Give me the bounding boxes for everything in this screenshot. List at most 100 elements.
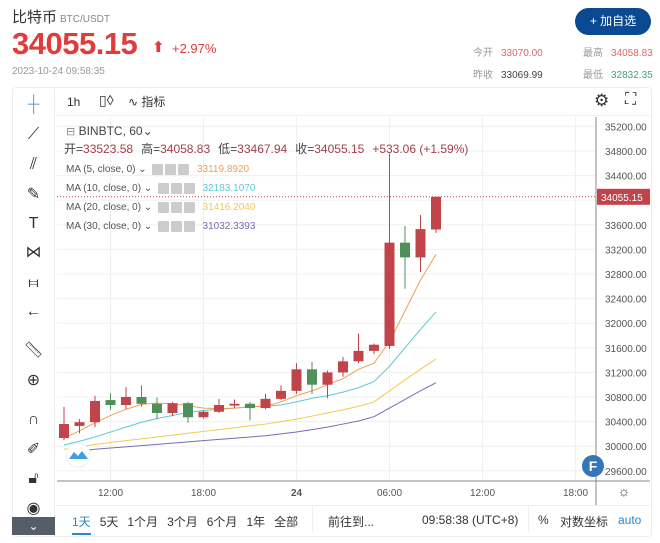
y-tick-label: 32000.00 [605, 319, 647, 330]
eye-toggle-icon[interactable] [157, 201, 169, 213]
settings-icon[interactable] [170, 220, 182, 232]
symbol-label[interactable]: BINBTC, 60 [79, 124, 143, 138]
candle-body [121, 397, 131, 405]
ma-list: MA (5, close, 0) ⌄ 33119.8920 MA (10, clo… [66, 160, 468, 236]
y-tick-label: 30800.00 [605, 393, 647, 404]
eye-toggle-icon[interactable] [157, 220, 169, 232]
ohlc-value: 33467.94 [237, 142, 288, 156]
candlestick-chart[interactable]: 35200.00 34800.00 34400.00 33600.00 33200.00… [0, 0, 660, 505]
y-tick-label: 31600.00 [605, 344, 647, 355]
f-badge-letter: F [589, 458, 598, 474]
close-icon[interactable] [183, 201, 195, 213]
ma-label: MA (10, close, 0) [66, 183, 142, 194]
y-tick-label: 35200.00 [605, 122, 647, 133]
y-tick-label: 34400.00 [605, 172, 647, 183]
bottom-bar: 1天 5天 1个月 3个月 6个月 1年 全部 前往到... 09:58:38 (UTC+8… [56, 505, 650, 535]
x-tick-label: 18:00 [563, 488, 588, 499]
ma-legend-item[interactable]: MA (10, close, 0) ⌄ 32183.1070 [66, 179, 468, 198]
close-icon[interactable] [183, 182, 195, 194]
candle-body [214, 404, 224, 412]
settings-icon[interactable] [170, 182, 182, 194]
range-tab[interactable]: 全部 [274, 513, 298, 530]
x-tick-label: 12:00 [470, 488, 495, 499]
candle-body [369, 344, 379, 351]
ma-value: 31416.2040 [202, 202, 256, 213]
candle-body [90, 400, 100, 423]
range-tab[interactable]: 6个月 [207, 513, 238, 530]
candle-body [245, 403, 255, 409]
candle-body [322, 372, 333, 385]
close-icon[interactable] [183, 220, 195, 232]
ma-legend-item[interactable]: MA (20, close, 0) ⌄ 31416.2040 [66, 198, 468, 217]
brand-logo-icon [65, 442, 91, 468]
candle-body [400, 242, 410, 258]
chevron-down-icon[interactable]: ⌄ [144, 183, 152, 194]
chevron-down-icon[interactable]: ⌄ [138, 164, 146, 175]
candle-body [74, 422, 85, 426]
auto-scale-toggle[interactable]: auto [618, 513, 641, 527]
x-tick-label: 24 [291, 488, 303, 499]
candle-body [59, 423, 69, 439]
candle-body [167, 403, 178, 413]
ohlc-row: 开=33523.58 高=34058.83 低=33467.94 收=34055.15… [64, 140, 468, 160]
range-tab[interactable]: 1个月 [127, 513, 158, 530]
ohlc-label: 高= [141, 142, 161, 156]
candle-body [105, 400, 116, 405]
y-tick-label: 30000.00 [605, 442, 647, 453]
range-tab[interactable]: 5天 [100, 513, 119, 530]
divider [528, 506, 529, 532]
ma-label: MA (30, close, 0) [66, 221, 142, 232]
settings-icon[interactable] [165, 163, 177, 175]
settings-sun-icon[interactable]: ☼ [618, 483, 631, 499]
range-tabs: 1天 5天 1个月 3个月 6个月 1年 全部 [72, 506, 307, 536]
last-price-label: 34055.15 [601, 193, 643, 204]
goto-button[interactable]: 前往到... [328, 513, 374, 530]
divider [312, 506, 313, 532]
chevron-down-icon[interactable]: ⌄ [143, 124, 153, 138]
eye-toggle-icon[interactable] [157, 182, 169, 194]
y-tick-label: 31200.00 [605, 368, 647, 379]
ohlc-item: 收=34055.15 [295, 142, 364, 156]
ma-label: MA (5, close, 0) [66, 164, 136, 175]
eye-toggle-icon[interactable] [152, 163, 164, 175]
collapse-icon[interactable]: ⊟ [66, 126, 75, 138]
y-tick-label: 32400.00 [605, 295, 647, 306]
y-tick-label: 34800.00 [605, 147, 647, 158]
candle-body [183, 403, 193, 418]
ohlc-item: 开=33523.58 [64, 142, 133, 156]
chevron-down-icon[interactable]: ⌄ [144, 221, 152, 232]
candle-body [136, 397, 147, 404]
ohlc-value: 34055.15 [314, 142, 365, 156]
ma10-line [63, 311, 437, 446]
candle-body [384, 242, 395, 346]
percent-toggle[interactable]: % [538, 513, 549, 527]
log-scale-toggle[interactable]: 对数坐标 [560, 513, 608, 530]
ma-label: MA (20, close, 0) [66, 202, 142, 213]
y-tick-label: 29600.00 [605, 467, 647, 478]
ohlc-label: 收= [295, 142, 315, 156]
candle-body [338, 361, 348, 373]
settings-icon[interactable] [170, 201, 182, 213]
ohlc-value: 34058.83 [160, 142, 211, 156]
symbol-row: ⊟ BINBTC, 60⌄ [66, 124, 468, 140]
ohlc-item: 低=33467.94 [218, 142, 287, 156]
ma-value: 33119.8920 [196, 164, 250, 175]
y-tick-label: 32800.00 [605, 270, 647, 281]
candle-body [307, 369, 317, 385]
ohlc-label: 低= [218, 142, 238, 156]
range-tab[interactable]: 3个月 [167, 513, 198, 530]
chevron-down-icon[interactable]: ⌄ [144, 202, 152, 213]
chevron-down-icon[interactable]: ⌄ [12, 517, 55, 535]
candle-body [152, 403, 162, 413]
x-tick-label: 12:00 [98, 488, 123, 499]
ohlc-label: 开= [64, 142, 84, 156]
ma-legend-item[interactable]: MA (5, close, 0) ⌄ 33119.8920 [66, 160, 468, 179]
ma-legend-item[interactable]: MA (30, close, 0) ⌄ 31032.3393 [66, 217, 468, 236]
clock: 09:58:38 (UTC+8) [422, 513, 519, 527]
ohlc-item: 高=34058.83 [141, 142, 210, 156]
range-tab[interactable]: 1天 [72, 513, 91, 535]
range-tab[interactable]: 1年 [246, 513, 265, 530]
ma-value: 31032.3393 [202, 221, 256, 232]
close-icon[interactable] [178, 163, 190, 175]
candle-body [198, 411, 209, 418]
